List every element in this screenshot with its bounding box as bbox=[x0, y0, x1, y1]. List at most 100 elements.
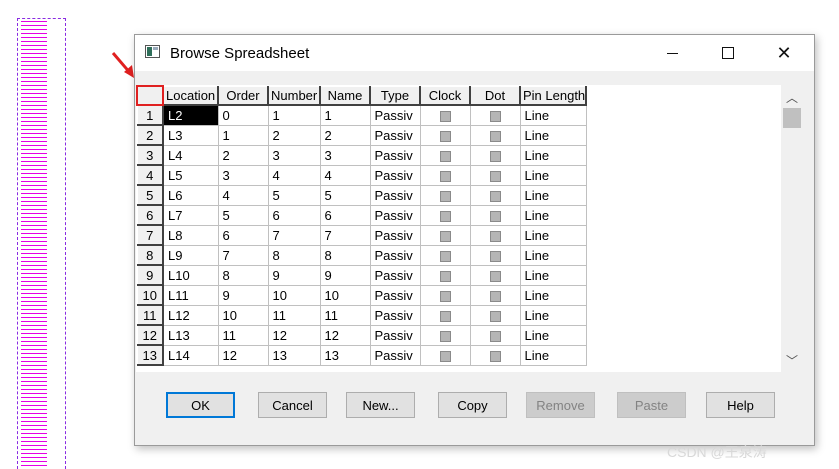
column-header-order[interactable]: Order bbox=[217, 85, 269, 106]
cell-name[interactable]: 8 bbox=[320, 245, 371, 266]
dot-checkbox[interactable] bbox=[489, 310, 501, 322]
clock-checkbox[interactable] bbox=[439, 250, 451, 262]
cell-order[interactable]: 6 bbox=[218, 225, 269, 246]
cell-dot[interactable] bbox=[470, 245, 521, 266]
cell-clock[interactable] bbox=[420, 205, 471, 226]
dot-checkbox[interactable] bbox=[489, 110, 501, 122]
clock-checkbox[interactable] bbox=[439, 350, 451, 362]
row-header[interactable]: 6 bbox=[136, 204, 164, 226]
clock-checkbox[interactable] bbox=[439, 290, 451, 302]
cell-name[interactable]: 3 bbox=[320, 145, 371, 166]
dot-checkbox[interactable] bbox=[489, 270, 501, 282]
cell-type[interactable]: Passiv bbox=[370, 345, 421, 366]
cell-location[interactable]: L12 bbox=[163, 305, 219, 326]
cell-number[interactable]: 1 bbox=[268, 105, 321, 126]
clock-checkbox[interactable] bbox=[439, 170, 451, 182]
cell-name[interactable]: 13 bbox=[320, 345, 371, 366]
column-header-clock[interactable]: Clock bbox=[419, 85, 471, 106]
cell-pin-length[interactable]: Line bbox=[520, 185, 587, 206]
cell-clock[interactable] bbox=[420, 325, 471, 346]
cell-name[interactable]: 4 bbox=[320, 165, 371, 186]
clock-checkbox[interactable] bbox=[439, 150, 451, 162]
column-header-location[interactable]: Location bbox=[162, 85, 219, 106]
cell-dot[interactable] bbox=[470, 225, 521, 246]
cell-location[interactable]: L10 bbox=[163, 265, 219, 286]
row-header[interactable]: 5 bbox=[136, 184, 164, 206]
cell-name[interactable]: 9 bbox=[320, 265, 371, 286]
cell-type[interactable]: Passiv bbox=[370, 185, 421, 206]
cell-location[interactable]: L2 bbox=[163, 105, 219, 126]
table-row[interactable]: 9 L10 8 9 9 Passiv Line bbox=[136, 264, 587, 286]
cell-name[interactable]: 5 bbox=[320, 185, 371, 206]
clock-checkbox[interactable] bbox=[439, 330, 451, 342]
cell-name[interactable]: 11 bbox=[320, 305, 371, 326]
cell-number[interactable]: 13 bbox=[268, 345, 321, 366]
cell-order[interactable]: 10 bbox=[218, 305, 269, 326]
table-row[interactable]: 4 L5 3 4 4 Passiv Line bbox=[136, 164, 587, 186]
cell-order[interactable]: 11 bbox=[218, 325, 269, 346]
dot-checkbox[interactable] bbox=[489, 170, 501, 182]
row-header[interactable]: 11 bbox=[136, 304, 164, 326]
cell-order[interactable]: 5 bbox=[218, 205, 269, 226]
cell-clock[interactable] bbox=[420, 165, 471, 186]
dot-checkbox[interactable] bbox=[489, 230, 501, 242]
spreadsheet-grid[interactable]: Location Order Number Name Type Clock Do… bbox=[136, 85, 782, 372]
cell-dot[interactable] bbox=[470, 105, 521, 126]
table-row[interactable]: 12 L13 11 12 12 Passiv Line bbox=[136, 324, 587, 346]
cell-pin-length[interactable]: Line bbox=[520, 225, 587, 246]
cell-number[interactable]: 4 bbox=[268, 165, 321, 186]
row-header[interactable]: 13 bbox=[136, 344, 164, 366]
row-header[interactable]: 12 bbox=[136, 324, 164, 346]
cell-type[interactable]: Passiv bbox=[370, 325, 421, 346]
cell-number[interactable]: 10 bbox=[268, 285, 321, 306]
cell-type[interactable]: Passiv bbox=[370, 265, 421, 286]
cell-number[interactable]: 11 bbox=[268, 305, 321, 326]
cell-pin-length[interactable]: Line bbox=[520, 265, 587, 286]
cell-location[interactable]: L9 bbox=[163, 245, 219, 266]
dot-checkbox[interactable] bbox=[489, 250, 501, 262]
clock-checkbox[interactable] bbox=[439, 190, 451, 202]
row-header[interactable]: 1 bbox=[136, 104, 164, 126]
dot-checkbox[interactable] bbox=[489, 330, 501, 342]
row-header[interactable]: 3 bbox=[136, 144, 164, 166]
cell-order[interactable]: 4 bbox=[218, 185, 269, 206]
cell-clock[interactable] bbox=[420, 145, 471, 166]
cell-order[interactable]: 8 bbox=[218, 265, 269, 286]
cell-pin-length[interactable]: Line bbox=[520, 165, 587, 186]
cell-pin-length[interactable]: Line bbox=[520, 305, 587, 326]
cell-clock[interactable] bbox=[420, 285, 471, 306]
paste-button[interactable]: Paste bbox=[617, 392, 686, 418]
cell-type[interactable]: Passiv bbox=[370, 245, 421, 266]
dot-checkbox[interactable] bbox=[489, 190, 501, 202]
remove-button[interactable]: Remove bbox=[526, 392, 595, 418]
cancel-button[interactable]: Cancel bbox=[258, 392, 327, 418]
copy-button[interactable]: Copy bbox=[438, 392, 507, 418]
cell-dot[interactable] bbox=[470, 165, 521, 186]
cell-clock[interactable] bbox=[420, 345, 471, 366]
cell-pin-length[interactable]: Line bbox=[520, 285, 587, 306]
cell-number[interactable]: 9 bbox=[268, 265, 321, 286]
cell-number[interactable]: 3 bbox=[268, 145, 321, 166]
cell-dot[interactable] bbox=[470, 305, 521, 326]
clock-checkbox[interactable] bbox=[439, 110, 451, 122]
table-row[interactable]: 11 L12 10 11 11 Passiv Line bbox=[136, 304, 587, 326]
column-header-dot[interactable]: Dot bbox=[469, 85, 521, 106]
help-button[interactable]: Help bbox=[706, 392, 775, 418]
row-header[interactable]: 4 bbox=[136, 164, 164, 186]
cell-pin-length[interactable]: Line bbox=[520, 205, 587, 226]
cell-clock[interactable] bbox=[420, 185, 471, 206]
cell-clock[interactable] bbox=[420, 105, 471, 126]
cell-number[interactable]: 5 bbox=[268, 185, 321, 206]
cell-number[interactable]: 7 bbox=[268, 225, 321, 246]
select-all-corner-cell[interactable] bbox=[136, 85, 164, 106]
cell-order[interactable]: 3 bbox=[218, 165, 269, 186]
table-row[interactable]: 3 L4 2 3 3 Passiv Line bbox=[136, 144, 587, 166]
cell-name[interactable]: 10 bbox=[320, 285, 371, 306]
scroll-up-arrow-icon[interactable]: ︿ bbox=[781, 87, 803, 107]
cell-pin-length[interactable]: Line bbox=[520, 325, 587, 346]
cell-pin-length[interactable]: Line bbox=[520, 125, 587, 146]
table-row[interactable]: 13 L14 12 13 13 Passiv Line bbox=[136, 344, 587, 366]
cell-number[interactable]: 8 bbox=[268, 245, 321, 266]
dot-checkbox[interactable] bbox=[489, 290, 501, 302]
new-button[interactable]: New... bbox=[346, 392, 415, 418]
